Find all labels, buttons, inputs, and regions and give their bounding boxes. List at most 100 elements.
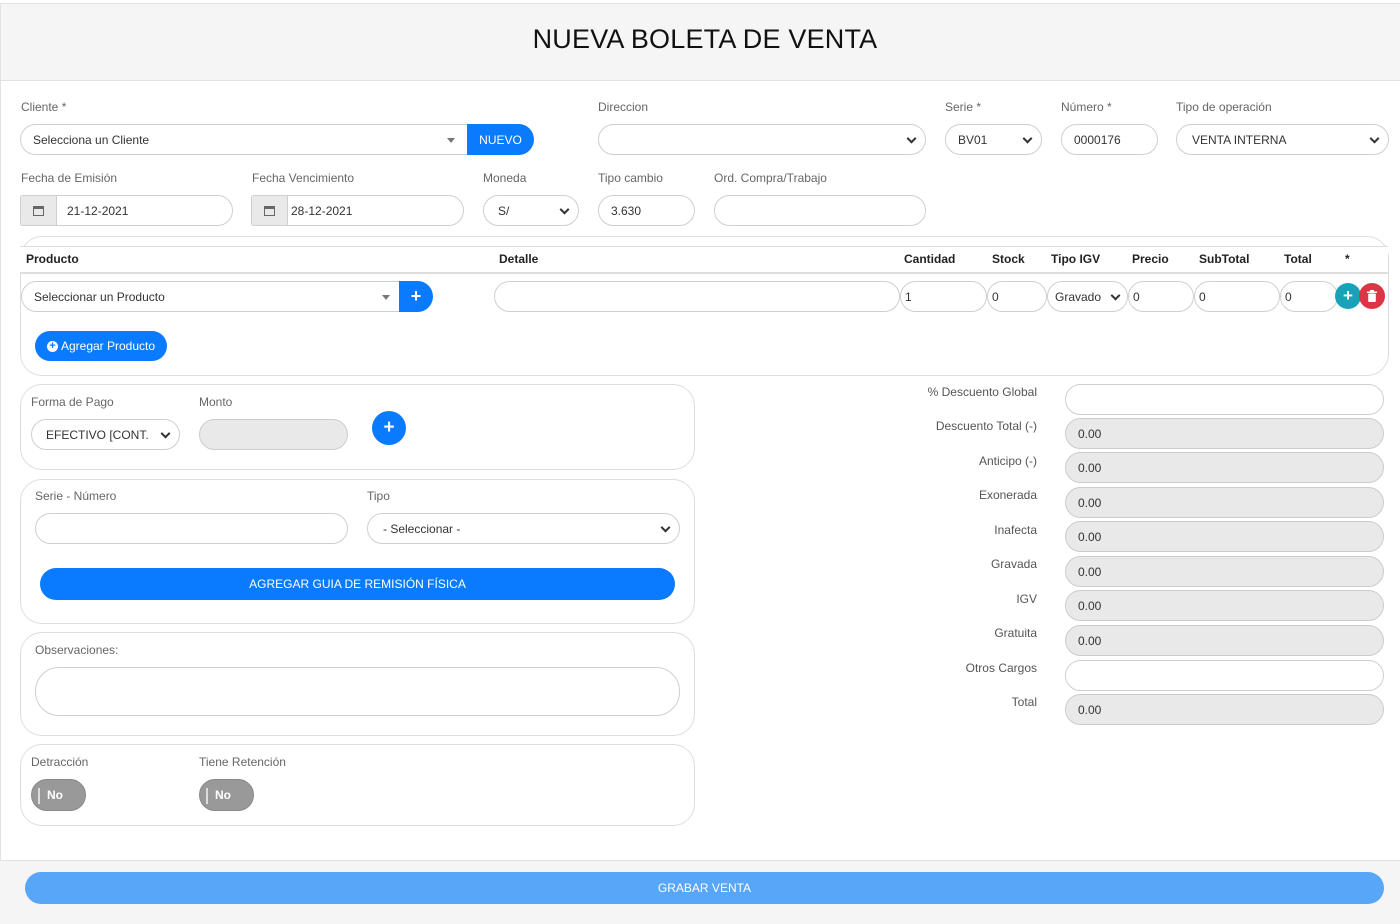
fecha-emision-label: Fecha de Emisión bbox=[21, 171, 118, 185]
moneda-select[interactable]: S/ bbox=[483, 195, 579, 226]
serie-value: BV01 bbox=[958, 132, 988, 147]
caret-down-icon bbox=[382, 295, 390, 300]
forma-pago-label: Forma de Pago bbox=[31, 395, 114, 409]
grabar-venta-button[interactable]: GRABAR VENTA bbox=[25, 872, 1384, 904]
producto-select-value: Seleccionar un Producto bbox=[34, 289, 165, 304]
fecha-vencimiento-input[interactable]: 28-12-2021 bbox=[251, 195, 464, 226]
descuento-global-input[interactable] bbox=[1065, 384, 1384, 415]
cliente-select[interactable]: Selecciona un Cliente bbox=[20, 124, 472, 155]
chevron-down-icon bbox=[1369, 133, 1380, 144]
calendar-icon[interactable] bbox=[21, 196, 57, 225]
numero-value: 0000176 bbox=[1074, 132, 1121, 147]
serie-label: Serie * bbox=[945, 100, 982, 114]
fecha-emision-input[interactable]: 21-12-2021 bbox=[20, 195, 233, 226]
retencion-toggle-label: No bbox=[215, 788, 231, 802]
ord-compra-label: Ord. Compra/Trabajo bbox=[714, 171, 827, 185]
guia-remision-panel bbox=[20, 479, 695, 624]
tipo-cambio-label: Tipo cambio bbox=[598, 171, 663, 185]
trash-icon[interactable] bbox=[1359, 283, 1385, 309]
monto-label: Monto bbox=[199, 395, 233, 409]
chevron-down-icon bbox=[660, 522, 671, 533]
moneda-value: S/ bbox=[498, 203, 510, 218]
gratuita-value: 0.00 bbox=[1078, 633, 1102, 648]
subtotal-value: 0 bbox=[1199, 289, 1206, 304]
tipo-cambio-input[interactable]: 3.630 bbox=[598, 195, 695, 226]
inafecta-label: Inafecta bbox=[994, 523, 1037, 537]
numero-input[interactable]: 0000176 bbox=[1061, 124, 1158, 155]
detalle-input[interactable] bbox=[494, 281, 900, 312]
page-title: NUEVA BOLETA DE VENTA bbox=[532, 24, 878, 54]
igv-input[interactable]: 0.00 bbox=[1065, 590, 1384, 621]
anticipo-value: 0.00 bbox=[1078, 460, 1102, 475]
calendar-icon[interactable] bbox=[252, 196, 288, 225]
agregar-producto-button[interactable]: + Agregar Producto bbox=[35, 331, 167, 361]
col-tipo-igv: Tipo IGV bbox=[1051, 252, 1101, 266]
add-row-plus-icon[interactable]: + bbox=[1335, 283, 1361, 309]
anticipo-input[interactable]: 0.00 bbox=[1065, 452, 1384, 483]
precio-value: 0 bbox=[1133, 289, 1140, 304]
total-input[interactable]: 0 bbox=[1280, 281, 1338, 312]
agregar-producto-label: Agregar Producto bbox=[60, 339, 156, 353]
tipo-cambio-value: 3.630 bbox=[611, 203, 642, 218]
guia-tipo-select[interactable]: - Seleccionar - bbox=[367, 513, 680, 544]
ord-compra-input[interactable] bbox=[714, 195, 926, 226]
monto-input[interactable] bbox=[199, 419, 348, 450]
guia-serie-input[interactable] bbox=[35, 513, 348, 544]
inafecta-input[interactable]: 0.00 bbox=[1065, 521, 1384, 552]
forma-pago-select[interactable]: EFECTIVO [CONT. bbox=[31, 419, 180, 450]
tipo-igv-value: Gravado - bbox=[1055, 289, 1103, 304]
descuento-total-input[interactable]: 0.00 bbox=[1065, 418, 1384, 449]
detraccion-toggle[interactable]: No bbox=[31, 779, 86, 811]
otros-cargos-input[interactable] bbox=[1065, 660, 1384, 691]
plus-circle-icon: + bbox=[46, 340, 58, 352]
fecha-vencimiento-value: 28-12-2021 bbox=[291, 203, 353, 218]
serie-select[interactable]: BV01 bbox=[945, 124, 1042, 155]
tipo-operacion-select[interactable]: VENTA INTERNA bbox=[1176, 124, 1389, 155]
retencion-label: Tiene Retención bbox=[199, 755, 286, 769]
add-pago-plus-icon[interactable]: + bbox=[372, 411, 406, 445]
plus-icon[interactable]: + bbox=[399, 281, 433, 312]
moneda-label: Moneda bbox=[483, 171, 527, 185]
col-total: Total bbox=[1284, 252, 1312, 266]
total-summary-value: 0.00 bbox=[1078, 702, 1102, 717]
igv-value: 0.00 bbox=[1078, 598, 1102, 613]
guia-tipo-label: Tipo bbox=[367, 489, 390, 503]
descuento-total-value: 0.00 bbox=[1078, 426, 1102, 441]
chevron-down-icon bbox=[559, 204, 570, 215]
total-label: Total bbox=[1011, 695, 1037, 709]
stock-input[interactable]: 0 bbox=[987, 281, 1047, 312]
col-actions: * bbox=[1345, 252, 1350, 266]
total-value: 0 bbox=[1285, 289, 1292, 304]
total-summary-input[interactable]: 0.00 bbox=[1065, 694, 1384, 725]
chevron-down-icon bbox=[160, 428, 171, 439]
agregar-guia-button[interactable]: AGREGAR GUIA DE REMISIÓN FÍSICA bbox=[40, 568, 675, 600]
fecha-vencimiento-label: Fecha Vencimiento bbox=[252, 171, 355, 185]
gravada-input[interactable]: 0.00 bbox=[1065, 556, 1384, 587]
exonerada-value: 0.00 bbox=[1078, 495, 1102, 510]
products-table-header bbox=[20, 246, 1388, 274]
col-stock: Stock bbox=[992, 252, 1025, 266]
observaciones-label: Observaciones: bbox=[35, 643, 119, 657]
subtotal-input[interactable]: 0 bbox=[1194, 281, 1280, 312]
precio-input[interactable]: 0 bbox=[1128, 281, 1194, 312]
descuento-global-label: % Descuento Global bbox=[927, 385, 1037, 399]
retencion-toggle[interactable]: No bbox=[199, 779, 254, 811]
gratuita-input[interactable]: 0.00 bbox=[1065, 625, 1384, 656]
cantidad-input[interactable]: 1 bbox=[900, 281, 987, 312]
forma-pago-value: EFECTIVO [CONT. bbox=[46, 427, 149, 442]
direccion-select[interactable] bbox=[598, 124, 926, 155]
cliente-select-value: Selecciona un Cliente bbox=[33, 132, 150, 147]
chevron-down-icon bbox=[906, 133, 917, 144]
tipo-igv-select[interactable]: Gravado - bbox=[1047, 281, 1128, 312]
producto-select[interactable]: Seleccionar un Producto bbox=[21, 281, 400, 312]
exonerada-input[interactable]: 0.00 bbox=[1065, 487, 1384, 518]
col-cantidad: Cantidad bbox=[904, 252, 956, 266]
observaciones-textarea[interactable] bbox=[35, 667, 680, 716]
toggle-knob bbox=[38, 788, 40, 804]
cantidad-value: 1 bbox=[905, 289, 912, 304]
detraccion-panel bbox=[20, 744, 695, 826]
nuevo-cliente-button[interactable]: NUEVO bbox=[467, 124, 534, 155]
detraccion-label: Detracción bbox=[31, 755, 89, 769]
fecha-emision-value: 21-12-2021 bbox=[67, 203, 129, 218]
guia-serie-label: Serie - Número bbox=[35, 489, 117, 503]
